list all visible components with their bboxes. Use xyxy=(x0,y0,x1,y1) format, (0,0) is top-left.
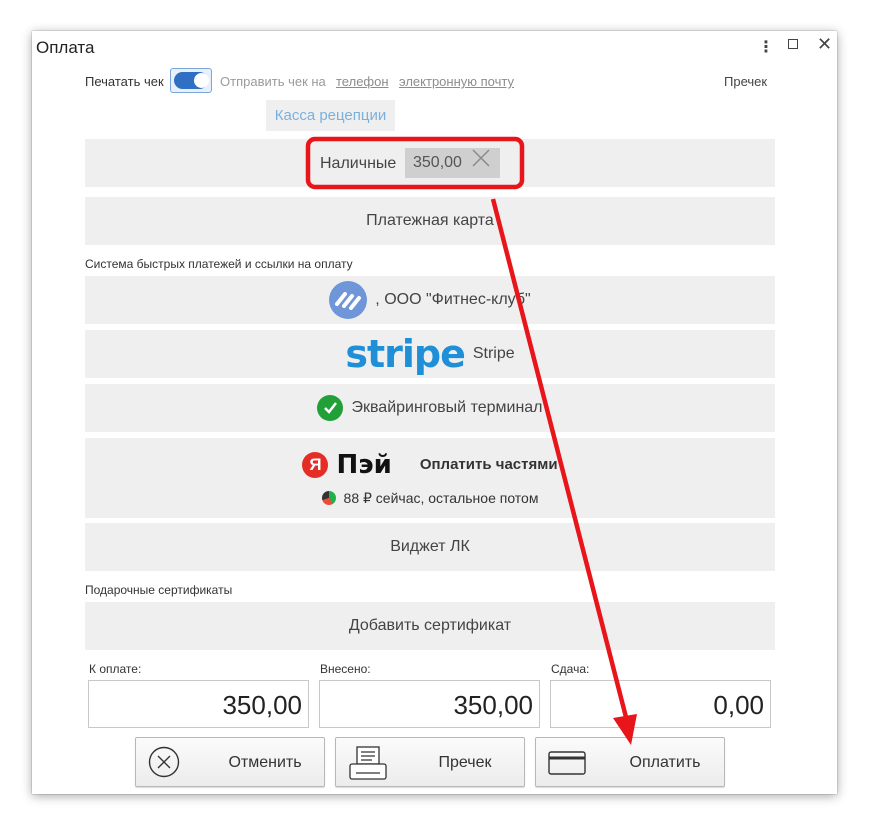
add-certificate-button[interactable]: Добавить сертификат xyxy=(85,602,775,650)
cancel-button[interactable]: Отменить xyxy=(135,737,325,787)
fast-payments-section-label: Система быстрых платежей и ссылки на опл… xyxy=(85,257,353,271)
close-icon[interactable]: ✕ xyxy=(817,34,832,55)
precheck-label: Пречек xyxy=(438,754,492,771)
stripe-label: Stripe xyxy=(472,345,515,362)
widget-lk-label: Виджет ЛК xyxy=(390,538,470,555)
toggle-knob xyxy=(194,73,209,88)
print-receipt-toggle[interactable] xyxy=(170,68,212,93)
card-payment-button[interactable]: Платежная карта xyxy=(85,197,775,245)
stripe-logo: stripe xyxy=(345,332,466,376)
cash-payment-row[interactable]: Наличные 350,00 xyxy=(85,139,775,187)
cash-label: Наличные xyxy=(320,155,397,172)
card-icon xyxy=(548,751,586,780)
paid-label: Внесено: xyxy=(320,662,371,676)
acquiring-label: Эквайринговый терминал xyxy=(351,399,543,416)
certificates-section-label: Подарочные сертификаты xyxy=(85,583,233,597)
dialog-title: Оплата xyxy=(36,38,95,57)
cashbox-selector[interactable]: Касса рецепции xyxy=(266,100,395,131)
more-menu-icon[interactable]: ⋮ xyxy=(758,37,774,57)
change-field: 0,00 xyxy=(550,680,771,728)
to-pay-field: 350,00 xyxy=(88,680,309,728)
pay-label: Оплатить xyxy=(629,754,701,771)
maximize-icon[interactable] xyxy=(788,39,798,49)
split-payment-icon xyxy=(321,491,336,505)
stripe-payment-button[interactable]: stripe Stripe xyxy=(85,330,775,378)
sbp-payment-button[interactable]: , ООО "Фитнес-клуб" xyxy=(85,276,775,324)
widget-lk-button[interactable]: Виджет ЛК xyxy=(85,523,775,571)
change-label: Сдача: xyxy=(551,662,590,676)
sbp-label: , ООО "Фитнес-клуб" xyxy=(375,291,531,308)
yandex-pay-sub-label: 88 ₽ сейчас, остальное потом xyxy=(343,489,539,506)
acquiring-terminal-button[interactable]: Эквайринговый терминал xyxy=(85,384,775,432)
cancel-label: Отменить xyxy=(228,754,302,771)
print-receipt-label: Печатать чек xyxy=(85,74,164,89)
send-email-link[interactable]: электронную почту xyxy=(399,74,514,89)
yandex-pay-logo-text: Пэй xyxy=(336,449,392,480)
cancel-circle-icon xyxy=(148,746,180,783)
printer-icon xyxy=(348,746,388,787)
send-phone-link[interactable]: телефон xyxy=(336,74,389,89)
precheck-button[interactable]: Пречек xyxy=(335,737,525,787)
pay-button[interactable]: Оплатить xyxy=(535,737,725,787)
cash-amount-value: 350,00 xyxy=(413,154,462,171)
yandex-pay-label: Оплатить частями xyxy=(419,456,558,473)
sbp-icon xyxy=(329,281,368,319)
sber-icon xyxy=(317,395,344,421)
close-icon[interactable] xyxy=(470,147,492,175)
paid-field[interactable]: 350,00 xyxy=(319,680,540,728)
add-certificate-label: Добавить сертификат xyxy=(348,617,512,634)
card-payment-label: Платежная карта xyxy=(366,212,494,229)
toggle-track xyxy=(174,72,209,89)
to-pay-label: К оплате: xyxy=(89,662,142,676)
yandex-pay-icon: Я xyxy=(302,451,329,478)
send-receipt-label: Отправить чек на xyxy=(220,74,326,89)
yandex-pay-button[interactable]: Я Пэй Оплатить частями 88 ₽ сейчас, оста… xyxy=(85,438,775,518)
payment-dialog: Оплата ⋮ ✕ Печатать чек Отправить чек на… xyxy=(32,31,837,794)
precheck-link[interactable]: Пречек xyxy=(724,74,767,89)
